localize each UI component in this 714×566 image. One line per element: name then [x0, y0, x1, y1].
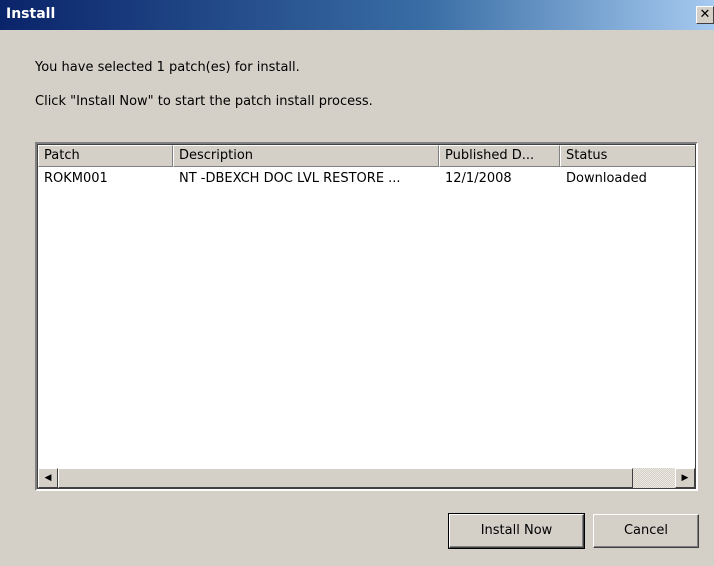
cell-patch: ROKM001 — [44, 171, 108, 186]
column-header-status[interactable]: Status — [560, 145, 695, 167]
window-title: Install — [6, 6, 56, 22]
cell-status: Downloaded — [566, 171, 647, 186]
scroll-right-button[interactable]: ▶ — [675, 468, 695, 488]
scrollbar-thumb[interactable] — [58, 468, 633, 488]
title-bar[interactable]: Install ✕ — [0, 0, 714, 30]
close-icon: ✕ — [699, 7, 711, 22]
column-headers: Patch Description Published D... Status — [38, 145, 695, 167]
horizontal-scrollbar[interactable]: ◀ ▶ — [38, 468, 695, 488]
table-row[interactable]: ROKM001 NT -DBEXCH DOC LVL RESTORE ... 1… — [38, 169, 695, 189]
column-header-published-date[interactable]: Published D... — [439, 145, 560, 167]
right-arrow-icon: ▶ — [681, 473, 689, 483]
column-header-description[interactable]: Description — [173, 145, 439, 167]
patch-list-viewport: Patch Description Published D... Status … — [38, 145, 695, 488]
instruction-message: Click "Install Now" to start the patch i… — [35, 94, 373, 109]
cell-published-date: 12/1/2008 — [445, 171, 512, 186]
column-header-patch[interactable]: Patch — [38, 145, 173, 167]
left-arrow-icon: ◀ — [44, 473, 52, 483]
scroll-left-button[interactable]: ◀ — [38, 468, 58, 488]
selection-message: You have selected 1 patch(es) for instal… — [35, 60, 300, 75]
close-button[interactable]: ✕ — [696, 6, 714, 24]
cell-description: NT -DBEXCH DOC LVL RESTORE ... — [179, 171, 401, 186]
install-dialog: Install ✕ You have selected 1 patch(es) … — [0, 0, 714, 566]
cancel-button[interactable]: Cancel — [593, 514, 699, 548]
install-now-button[interactable]: Install Now — [448, 513, 585, 549]
patch-list[interactable]: Patch Description Published D... Status … — [35, 142, 698, 491]
